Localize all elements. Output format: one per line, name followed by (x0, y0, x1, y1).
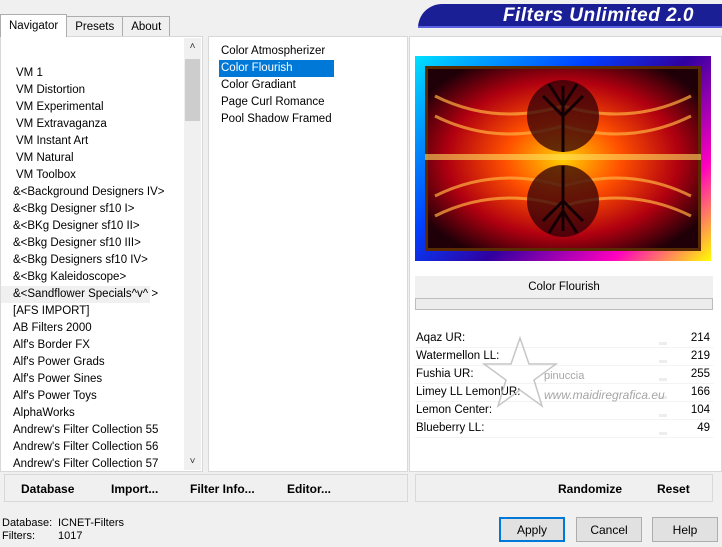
filter-category-item[interactable]: VM 1 (1, 65, 184, 82)
preview-slider[interactable] (415, 298, 713, 310)
database-value: ICNET-Filters (58, 517, 124, 529)
parameter-slider-thumb[interactable] (659, 396, 667, 399)
filters-count: 1017 (58, 530, 83, 542)
parameter-row[interactable]: Limey LL LemonUR: 166 (415, 384, 713, 402)
tab-navigator[interactable]: Navigator (0, 14, 68, 37)
filter-category-item[interactable]: Alf's Power Grads (1, 354, 184, 371)
parameter-label: Blueberry LL: (416, 422, 485, 434)
filter-category-list[interactable]: VM 1 VM Distortion VM Experimental VM Extra… (0, 36, 203, 472)
database-label: Database: (2, 517, 53, 529)
filter-category-item[interactable]: &<Background Designers IV> (1, 184, 184, 201)
parameter-slider-thumb[interactable] (659, 360, 667, 363)
parameter-slider-thumb[interactable] (659, 342, 667, 345)
preview-filter-name: Color Flourish (415, 276, 713, 298)
filter-category-item[interactable]: VM Experimental (1, 99, 184, 116)
parameter-row[interactable]: Fushia UR: 255 (415, 366, 713, 384)
scroll-up-icon[interactable]: ˄ (184, 38, 201, 55)
parameter-label: Watermellon LL: (416, 350, 500, 362)
reset-button[interactable]: Reset (657, 475, 690, 503)
parameter-label: Fushia UR: (416, 368, 474, 380)
parameter-list: Aqaz UR: 214 Watermellon LL: 219 Fushia UR: 2… (415, 330, 713, 438)
filter-category-item[interactable]: Alf's Power Toys (1, 388, 184, 405)
filter-category-item[interactable]: VM Distortion (1, 82, 184, 99)
parameter-value: 166 (690, 386, 710, 398)
parameter-slider-thumb[interactable] (659, 432, 667, 435)
parameter-row[interactable]: Lemon Center: 104 (415, 402, 713, 420)
filter-category-item[interactable]: AB Filters 2000 (1, 320, 184, 337)
parameter-label: Aqaz UR: (416, 332, 466, 344)
filter-category-item[interactable]: &<Bkg Designer sf10 III> (1, 235, 184, 252)
parameter-slider-thumb[interactable] (659, 414, 667, 417)
help-button[interactable]: Help (652, 517, 718, 542)
filter-items: Color Atmospherizer Color Flourish Color G… (219, 43, 334, 128)
parameter-row[interactable]: Aqaz UR: 214 (415, 330, 713, 348)
filter-category-item[interactable]: Alf's Power Sines (1, 371, 184, 388)
filter-category-item[interactable]: &<Bkg Kaleidoscope> (1, 269, 184, 286)
filter-info-button[interactable]: Filter Info... (190, 475, 255, 503)
filter-category-item[interactable]: VM Natural (1, 150, 184, 167)
tab-strip: Navigator Presets About (0, 14, 171, 37)
preview-image (425, 66, 701, 251)
parameter-value: 255 (690, 368, 710, 380)
filter-category-item[interactable]: &<Bkg Designers sf10 IV> (1, 252, 184, 269)
database-button[interactable]: Database (21, 475, 74, 503)
parameter-value: 214 (690, 332, 710, 344)
filter-category-item[interactable]: &<BKg Designer sf10 II> (1, 218, 184, 235)
filter-item[interactable]: Color Gradiant (219, 77, 334, 94)
preview-button-bar: Randomize Reset (415, 474, 713, 502)
filter-category-item[interactable]: Alf's Border FX (1, 337, 184, 354)
scroll-down-icon[interactable]: ˅ (184, 453, 201, 470)
randomize-button[interactable]: Randomize (558, 475, 622, 503)
filter-category-item[interactable]: &<Bkg Designer sf10 I> (1, 201, 184, 218)
filter-category-item[interactable]: VM Toolbox (1, 167, 184, 184)
apply-button[interactable]: Apply (499, 517, 565, 542)
filter-category-item[interactable]: Andrew's Filter Collection 57 (1, 456, 184, 471)
preview-artwork (425, 66, 701, 251)
status-info: Database: ICNET-Filters Filters: 1017 (2, 517, 124, 543)
filter-category-item[interactable]: [AFS IMPORT] (1, 303, 184, 320)
filters-label: Filters: (2, 530, 35, 542)
navigator-button-bar: Database Import... Filter Info... Editor… (4, 474, 408, 502)
parameter-label: Lemon Center: (416, 404, 493, 416)
filter-item[interactable]: Color Flourish (219, 60, 334, 77)
filter-category-item[interactable]: AlphaWorks (1, 405, 184, 422)
filter-category-item[interactable]: VM Instant Art (1, 133, 184, 150)
parameter-value: 219 (690, 350, 710, 362)
parameter-slider-thumb[interactable] (659, 378, 667, 381)
filter-category-item[interactable]: Andrew's Filter Collection 56 (1, 439, 184, 456)
filter-category-item[interactable]: VM Extravaganza (1, 116, 184, 133)
app-title: Filters Unlimited 2.0 (418, 4, 722, 28)
tab-about[interactable]: About (122, 16, 171, 37)
cancel-button[interactable]: Cancel (576, 517, 642, 542)
parameter-row[interactable]: Blueberry LL: 49 (415, 420, 713, 438)
parameter-row[interactable]: Watermellon LL: 219 (415, 348, 713, 366)
filter-item[interactable]: Page Curl Romance (219, 94, 334, 111)
filter-category-item[interactable]: &<Sandflower Specials^v^ > (1, 286, 158, 303)
filter-list-panel[interactable]: Color Atmospherizer Color Flourish Color G… (208, 36, 408, 472)
tab-presets[interactable]: Presets (66, 16, 124, 37)
parameter-label: Limey LL LemonUR: (416, 386, 521, 398)
filter-item[interactable]: Pool Shadow Framed (219, 111, 334, 128)
parameter-value: 104 (690, 404, 710, 416)
scrollbar-thumb[interactable] (185, 59, 200, 121)
import-button[interactable]: Import... (111, 475, 158, 503)
parameter-value: 49 (697, 422, 710, 434)
filter-item[interactable]: Color Atmospherizer (219, 43, 334, 60)
editor-button[interactable]: Editor... (287, 475, 331, 503)
filter-category-items: VM 1 VM Distortion VM Experimental VM Extra… (1, 65, 184, 471)
filter-category-item[interactable]: Andrew's Filter Collection 55 (1, 422, 184, 439)
